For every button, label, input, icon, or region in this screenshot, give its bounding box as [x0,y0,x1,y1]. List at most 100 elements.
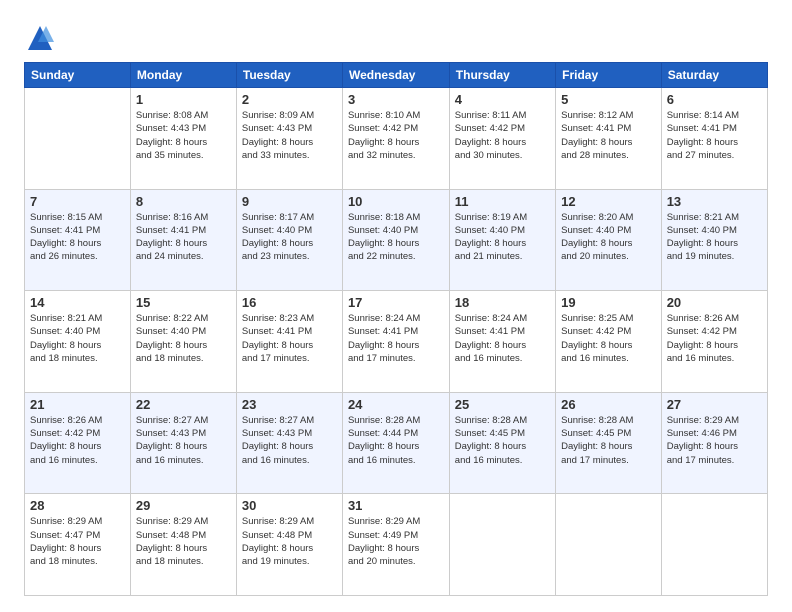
calendar-header-friday: Friday [556,63,662,88]
calendar-cell [449,494,555,596]
day-info: Sunrise: 8:10 AM Sunset: 4:42 PM Dayligh… [348,109,444,162]
calendar-header-tuesday: Tuesday [236,63,342,88]
logo [24,20,60,52]
calendar-cell: 28Sunrise: 8:29 AM Sunset: 4:47 PM Dayli… [25,494,131,596]
day-info: Sunrise: 8:29 AM Sunset: 4:46 PM Dayligh… [667,414,762,467]
day-number: 16 [242,295,337,310]
calendar-cell: 10 Sunrise: 8:18 AM Sunset: 4:40 PM Dayli… [342,189,449,291]
calendar-cell: 4 Sunrise: 8:11 AM Sunset: 4:42 PM Daylig… [449,88,555,190]
calendar-week-5: 28Sunrise: 8:29 AM Sunset: 4:47 PM Dayli… [25,494,768,596]
calendar-cell: 25Sunrise: 8:28 AM Sunset: 4:45 PM Dayli… [449,392,555,494]
calendar-cell: 5 Sunrise: 8:12 AM Sunset: 4:41 PM Daylig… [556,88,662,190]
day-number: 30 [242,498,337,513]
day-number: 18 [455,295,550,310]
calendar-header-thursday: Thursday [449,63,555,88]
calendar-cell: 14 Sunrise: 8:21 AM Sunset: 4:40 PM Dayli… [25,291,131,393]
day-number: 3 [348,92,444,107]
day-number: 2 [242,92,337,107]
calendar-week-1: 1 Sunrise: 8:08 AM Sunset: 4:43 PM Daylig… [25,88,768,190]
logo-icon [24,22,56,54]
day-info: Sunrise: 8:26 AM Sunset: 4:42 PM Dayligh… [667,312,762,365]
calendar-week-4: 21Sunrise: 8:26 AM Sunset: 4:42 PM Dayli… [25,392,768,494]
day-info: Sunrise: 8:09 AM Sunset: 4:43 PM Dayligh… [242,109,337,162]
day-info: Sunrise: 8:11 AM Sunset: 4:42 PM Dayligh… [455,109,550,162]
day-info: Sunrise: 8:29 AM Sunset: 4:48 PM Dayligh… [242,515,337,568]
calendar-cell: 23 Sunrise: 8:27 AM Sunset: 4:43 PM Dayli… [236,392,342,494]
calendar-header-saturday: Saturday [661,63,767,88]
day-info: Sunrise: 8:18 AM Sunset: 4:40 PM Dayligh… [348,211,444,264]
calendar-cell: 3 Sunrise: 8:10 AM Sunset: 4:42 PM Daylig… [342,88,449,190]
day-number: 10 [348,194,444,209]
calendar-cell: 15 Sunrise: 8:22 AM Sunset: 4:40 PM Dayli… [130,291,236,393]
day-number: 6 [667,92,762,107]
calendar-cell: 29 Sunrise: 8:29 AM Sunset: 4:48 PM Dayli… [130,494,236,596]
calendar-cell [556,494,662,596]
calendar-header-sunday: Sunday [25,63,131,88]
day-number: 4 [455,92,550,107]
day-number: 25 [455,397,550,412]
day-number: 7 [30,194,125,209]
day-number: 20 [667,295,762,310]
day-number: 5 [561,92,656,107]
day-number: 15 [136,295,231,310]
calendar-cell: 31 Sunrise: 8:29 AM Sunset: 4:49 PM Dayli… [342,494,449,596]
calendar-cell: 9Sunrise: 8:17 AM Sunset: 4:40 PM Daylig… [236,189,342,291]
day-info: Sunrise: 8:29 AM Sunset: 4:48 PM Dayligh… [136,515,231,568]
day-number: 14 [30,295,125,310]
day-number: 23 [242,397,337,412]
calendar-cell [25,88,131,190]
day-info: Sunrise: 8:12 AM Sunset: 4:41 PM Dayligh… [561,109,656,162]
calendar-cell: 13Sunrise: 8:21 AM Sunset: 4:40 PM Dayli… [661,189,767,291]
calendar-cell: 8 Sunrise: 8:16 AM Sunset: 4:41 PM Daylig… [130,189,236,291]
day-info: Sunrise: 8:22 AM Sunset: 4:40 PM Dayligh… [136,312,231,365]
day-info: Sunrise: 8:25 AM Sunset: 4:42 PM Dayligh… [561,312,656,365]
calendar-cell: 20 Sunrise: 8:26 AM Sunset: 4:42 PM Dayli… [661,291,767,393]
day-number: 31 [348,498,444,513]
calendar-cell: 1 Sunrise: 8:08 AM Sunset: 4:43 PM Daylig… [130,88,236,190]
calendar-cell: 19 Sunrise: 8:25 AM Sunset: 4:42 PM Dayli… [556,291,662,393]
day-number: 8 [136,194,231,209]
calendar-header-wednesday: Wednesday [342,63,449,88]
day-info: Sunrise: 8:23 AM Sunset: 4:41 PM Dayligh… [242,312,337,365]
page: SundayMondayTuesdayWednesdayThursdayFrid… [0,0,792,612]
calendar-cell: 11 Sunrise: 8:19 AM Sunset: 4:40 PM Dayli… [449,189,555,291]
calendar-cell [661,494,767,596]
day-number: 12 [561,194,656,209]
calendar-week-3: 14 Sunrise: 8:21 AM Sunset: 4:40 PM Dayli… [25,291,768,393]
day-info: Sunrise: 8:29 AM Sunset: 4:47 PM Dayligh… [30,515,125,568]
day-info: Sunrise: 8:28 AM Sunset: 4:44 PM Dayligh… [348,414,444,467]
day-info: Sunrise: 8:21 AM Sunset: 4:40 PM Dayligh… [30,312,125,365]
day-info: Sunrise: 8:20 AM Sunset: 4:40 PM Dayligh… [561,211,656,264]
day-number: 1 [136,92,231,107]
calendar-cell: 22Sunrise: 8:27 AM Sunset: 4:43 PM Dayli… [130,392,236,494]
day-info: Sunrise: 8:27 AM Sunset: 4:43 PM Dayligh… [242,414,337,467]
calendar-cell: 30 Sunrise: 8:29 AM Sunset: 4:48 PM Dayli… [236,494,342,596]
day-info: Sunrise: 8:27 AM Sunset: 4:43 PM Dayligh… [136,414,231,467]
calendar-cell: 18 Sunrise: 8:24 AM Sunset: 4:41 PM Dayli… [449,291,555,393]
day-info: Sunrise: 8:16 AM Sunset: 4:41 PM Dayligh… [136,211,231,264]
day-info: Sunrise: 8:14 AM Sunset: 4:41 PM Dayligh… [667,109,762,162]
day-number: 21 [30,397,125,412]
day-info: Sunrise: 8:19 AM Sunset: 4:40 PM Dayligh… [455,211,550,264]
day-number: 9 [242,194,337,209]
day-info: Sunrise: 8:21 AM Sunset: 4:40 PM Dayligh… [667,211,762,264]
calendar-header-monday: Monday [130,63,236,88]
day-number: 19 [561,295,656,310]
calendar-cell: 16 Sunrise: 8:23 AM Sunset: 4:41 PM Dayli… [236,291,342,393]
day-info: Sunrise: 8:29 AM Sunset: 4:49 PM Dayligh… [348,515,444,568]
day-info: Sunrise: 8:08 AM Sunset: 4:43 PM Dayligh… [136,109,231,162]
calendar-cell: 26 Sunrise: 8:28 AM Sunset: 4:45 PM Dayli… [556,392,662,494]
calendar-cell: 27Sunrise: 8:29 AM Sunset: 4:46 PM Dayli… [661,392,767,494]
day-number: 26 [561,397,656,412]
day-number: 11 [455,194,550,209]
day-info: Sunrise: 8:24 AM Sunset: 4:41 PM Dayligh… [455,312,550,365]
calendar-cell: 17 Sunrise: 8:24 AM Sunset: 4:41 PM Dayli… [342,291,449,393]
calendar-cell: 2 Sunrise: 8:09 AM Sunset: 4:43 PM Daylig… [236,88,342,190]
day-number: 29 [136,498,231,513]
day-info: Sunrise: 8:28 AM Sunset: 4:45 PM Dayligh… [561,414,656,467]
calendar: SundayMondayTuesdayWednesdayThursdayFrid… [24,62,768,596]
day-info: Sunrise: 8:24 AM Sunset: 4:41 PM Dayligh… [348,312,444,365]
header [24,20,768,52]
day-number: 17 [348,295,444,310]
calendar-cell: 12 Sunrise: 8:20 AM Sunset: 4:40 PM Dayli… [556,189,662,291]
